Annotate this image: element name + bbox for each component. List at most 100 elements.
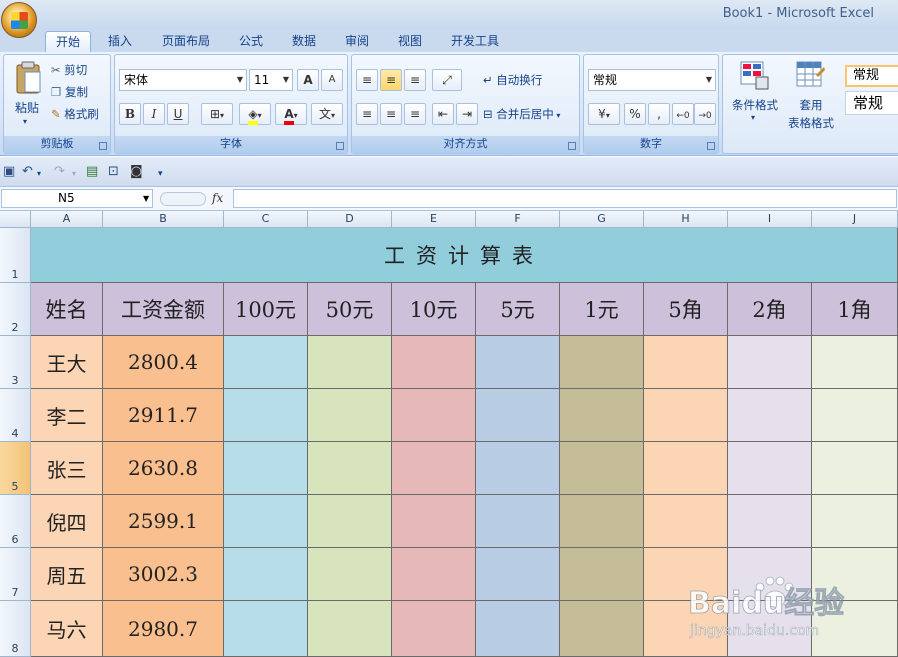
denomination-count-cell[interactable] [392,548,476,601]
redo-icon[interactable]: ↷ [54,165,65,179]
orientation-button[interactable]: ⤢ [432,69,462,91]
amount-cell[interactable]: 2630.8 [103,442,224,495]
denomination-count-cell[interactable] [476,336,560,389]
denomination-count-cell[interactable] [224,336,308,389]
header-cell-a[interactable]: 姓名 [31,283,103,336]
amount-cell[interactable]: 3002.3 [103,548,224,601]
denomination-count-cell[interactable] [812,601,898,657]
denomination-count-cell[interactable] [392,389,476,442]
name-cell[interactable]: 张三 [31,442,103,495]
name-cell[interactable]: 王大 [31,336,103,389]
denomination-count-cell[interactable] [812,495,898,548]
bold-button[interactable]: B [119,103,141,125]
dialog-launcher-icon[interactable] [707,142,715,150]
increase-decimal-button[interactable]: ←0 [672,103,694,125]
grow-font-button[interactable]: A [297,69,319,91]
percent-button[interactable]: % [624,103,646,125]
column-header-f[interactable]: F [476,211,560,228]
column-header-j[interactable]: J [812,211,898,228]
denomination-count-cell[interactable] [308,336,392,389]
tab-insert[interactable]: 插入 [98,31,142,52]
denomination-count-cell[interactable] [308,495,392,548]
header-cell-c[interactable]: 100元 [224,283,308,336]
column-header-i[interactable]: I [728,211,812,228]
conditional-formatting-button[interactable]: 条件格式 ▾ [727,59,783,135]
decrease-decimal-button[interactable]: →0 [694,103,716,125]
column-header-e[interactable]: E [392,211,476,228]
denomination-count-cell[interactable] [812,389,898,442]
align-left-button[interactable]: ≡ [356,103,378,125]
header-cell-b[interactable]: 工资金额 [103,283,224,336]
column-header-g[interactable]: G [560,211,644,228]
column-header-h[interactable]: H [644,211,728,228]
phonetic-button[interactable]: 文▾ [311,103,343,125]
column-header-d[interactable]: D [308,211,392,228]
font-size-combo[interactable]: 11 ▼ [249,69,293,91]
currency-button[interactable]: ¥▾ [588,103,620,125]
cell-style-normal[interactable]: 常规 [845,65,898,87]
denomination-count-cell[interactable] [476,548,560,601]
number-format-combo[interactable]: 常规 ▼ [588,69,716,91]
dialog-launcher-icon[interactable] [336,142,344,150]
font-color-button[interactable]: A▾ [275,103,307,125]
export-icon[interactable]: ▤ [86,165,98,179]
denomination-count-cell[interactable] [224,442,308,495]
denomination-count-cell[interactable] [644,389,728,442]
denomination-count-cell[interactable] [308,389,392,442]
header-cell-d[interactable]: 50元 [308,283,392,336]
denomination-count-cell[interactable] [812,336,898,389]
decrease-indent-button[interactable]: ⇤ [432,103,454,125]
tab-formulas[interactable]: 公式 [228,31,274,52]
denomination-count-cell[interactable] [728,601,812,657]
cell-style-normal-preview[interactable]: 常规 [845,91,898,115]
sheet-title-cell[interactable]: 工资计算表 [31,228,898,283]
align-bottom-button[interactable]: ≡ [404,69,426,91]
denomination-count-cell[interactable] [392,601,476,657]
header-cell-h[interactable]: 5角 [644,283,728,336]
denomination-count-cell[interactable] [560,601,644,657]
comma-button[interactable]: , [648,103,670,125]
paste-button[interactable]: 粘贴 ▾ [10,59,44,131]
formula-bar-expander[interactable] [160,192,206,206]
denomination-count-cell[interactable] [560,442,644,495]
italic-button[interactable]: I [143,103,165,125]
denomination-count-cell[interactable] [644,548,728,601]
denomination-count-cell[interactable] [728,442,812,495]
row-header-7[interactable]: 7 [0,548,31,601]
cut-button[interactable]: ✂ 剪切 [50,59,110,81]
save-icon[interactable]: ▣ [3,165,15,179]
row-header-4[interactable]: 4 [0,389,31,442]
formula-input[interactable] [233,189,897,208]
form-icon[interactable]: ⊡ [108,165,119,179]
denomination-count-cell[interactable] [308,548,392,601]
row-header-6[interactable]: 6 [0,495,31,548]
denomination-count-cell[interactable] [392,495,476,548]
denomination-count-cell[interactable] [644,495,728,548]
name-cell[interactable]: 李二 [31,389,103,442]
dialog-launcher-icon[interactable] [568,142,576,150]
denomination-count-cell[interactable] [392,442,476,495]
denomination-count-cell[interactable] [644,601,728,657]
row-header-3[interactable]: 3 [0,336,31,389]
name-cell[interactable]: 马六 [31,601,103,657]
tab-home[interactable]: 开始 [45,31,91,52]
denomination-count-cell[interactable] [644,442,728,495]
align-center-button[interactable]: ≡ [380,103,402,125]
denomination-count-cell[interactable] [560,336,644,389]
amount-cell[interactable]: 2911.7 [103,389,224,442]
column-header-a[interactable]: A [31,211,103,228]
chevron-down-icon[interactable]: ▾ [72,167,76,181]
fill-color-button[interactable]: ◈▾ [239,103,271,125]
name-cell[interactable]: 周五 [31,548,103,601]
merge-center-button[interactable]: ⊟ 合并后居中 ▾ [482,103,578,125]
denomination-count-cell[interactable] [224,389,308,442]
denomination-count-cell[interactable] [224,601,308,657]
header-cell-f[interactable]: 5元 [476,283,560,336]
denomination-count-cell[interactable] [224,548,308,601]
shrink-font-button[interactable]: A [321,69,343,91]
increase-indent-button[interactable]: ⇥ [456,103,478,125]
tab-review[interactable]: 审阅 [334,31,380,52]
row-header-1[interactable]: 1 [0,228,31,283]
name-box[interactable]: N5 ▼ [1,189,153,208]
denomination-count-cell[interactable] [728,389,812,442]
